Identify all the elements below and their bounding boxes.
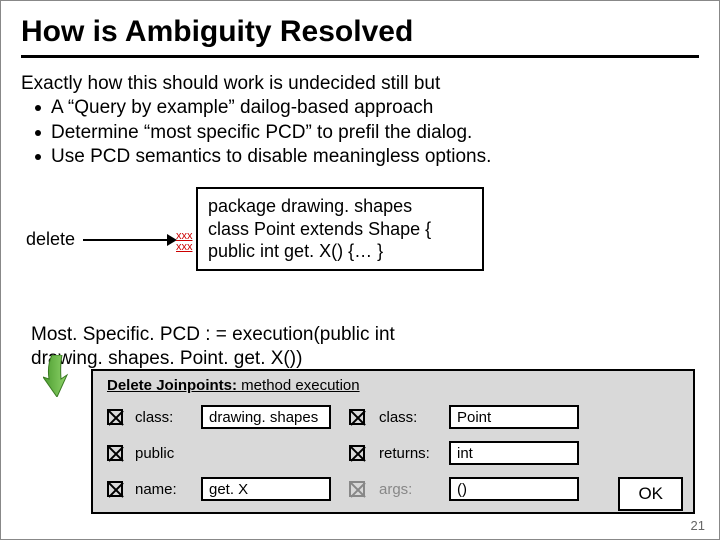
- code-box: package drawing. shapes class Point exte…: [196, 187, 484, 271]
- input-class-name[interactable]: Point: [449, 405, 579, 429]
- pcd-line: Most. Specific. PCD : = execution(public…: [31, 323, 651, 347]
- checkbox-class-package[interactable]: [107, 409, 123, 425]
- delete-label: delete: [26, 229, 75, 250]
- bullet-text: Use PCD semantics to disable meaningless…: [51, 145, 699, 169]
- dialog-grid: class: drawing. shapes class: Point publ…: [107, 402, 683, 504]
- ok-button[interactable]: OK: [618, 477, 683, 511]
- bullet-dot-icon: [35, 130, 41, 136]
- dialog-title-bold: Delete Joinpoints:: [107, 377, 237, 394]
- label-class: class:: [135, 409, 193, 426]
- label-args: args:: [379, 481, 441, 498]
- slide: How is Ambiguity Resolved Exactly how th…: [0, 0, 720, 540]
- checkbox-public[interactable]: [107, 445, 123, 461]
- intro-text: Exactly how this should work is undecide…: [21, 72, 699, 96]
- input-class-package[interactable]: drawing. shapes: [201, 405, 331, 429]
- pcd-line: drawing. shapes. Point. get. X()): [31, 347, 651, 371]
- code-line: package drawing. shapes: [208, 195, 472, 218]
- code-line: public int get. X() {… }: [208, 240, 472, 263]
- label-returns: returns:: [379, 445, 441, 462]
- bullet-dot-icon: [35, 154, 41, 160]
- label-class: class:: [379, 409, 441, 426]
- page-number: 21: [691, 518, 705, 533]
- down-arrow-icon: [43, 355, 71, 397]
- arrow-icon: [83, 239, 169, 241]
- label-public: public: [135, 445, 193, 462]
- code-line: class Point extends Shape {: [208, 218, 472, 241]
- input-returns[interactable]: int: [449, 441, 579, 465]
- code-glyph-icon: xxx xxx: [176, 231, 193, 253]
- label-name: name:: [135, 481, 193, 498]
- dialog-title-rest: method execution: [237, 377, 360, 394]
- checkbox-returns[interactable]: [349, 445, 365, 461]
- diagram-row: delete xxx xxx package drawing. shapes c…: [21, 187, 699, 283]
- dialog-title: Delete Joinpoints: method execution: [107, 377, 683, 394]
- bullet-1: A “Query by example” dailog-based approa…: [21, 96, 699, 120]
- slide-title: How is Ambiguity Resolved: [21, 13, 699, 58]
- bullet-2: Determine “most specific PCD” to prefil …: [21, 121, 699, 145]
- delete-joinpoints-dialog: Delete Joinpoints: method execution clas…: [91, 369, 695, 514]
- input-name[interactable]: get. X: [201, 477, 331, 501]
- input-args[interactable]: (): [449, 477, 579, 501]
- checkbox-args[interactable]: [349, 481, 365, 497]
- bullet-text: Determine “most specific PCD” to prefil …: [51, 121, 699, 145]
- bullet-3: Use PCD semantics to disable meaningless…: [21, 145, 699, 169]
- checkbox-class-name[interactable]: [349, 409, 365, 425]
- pcd-text: Most. Specific. PCD : = execution(public…: [31, 323, 651, 371]
- checkbox-name[interactable]: [107, 481, 123, 497]
- bullet-dot-icon: [35, 105, 41, 111]
- bullet-text: A “Query by example” dailog-based approa…: [51, 96, 699, 120]
